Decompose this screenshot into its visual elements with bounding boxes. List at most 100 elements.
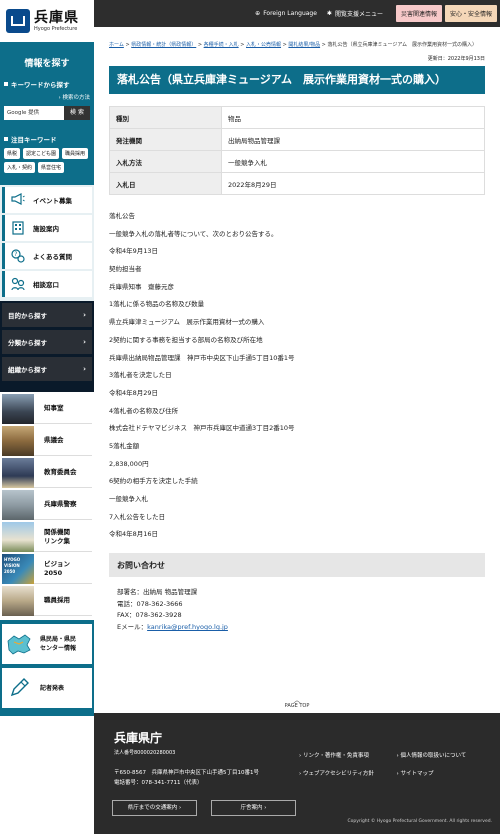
keyword-tag[interactable]: 県営住宅: [38, 162, 65, 173]
row-label: 入札方法: [109, 150, 222, 173]
row-label: 発注機関: [109, 128, 222, 151]
contact-email-link[interactable]: kanrika@pref.hyogo.lg.jp: [147, 623, 228, 631]
menu-facilities[interactable]: 施設案内: [2, 215, 92, 241]
keyword-heading: キーワードから探す: [4, 79, 90, 89]
breadcrumb-link[interactable]: 県政情報・統計（県政情報）: [131, 42, 196, 48]
contact-heading: お問い合わせ: [109, 553, 485, 578]
body-line: 令和4年9月13日: [109, 247, 159, 256]
menu-recruitment[interactable]: 職員採用: [2, 585, 92, 616]
building-guide-button[interactable]: 庁舎案内 ›: [211, 800, 296, 816]
search-button[interactable]: 検 索: [64, 106, 90, 120]
gear-icon: ✱: [326, 10, 332, 17]
footer-link[interactable]: サイトマップ: [400, 771, 433, 777]
police-photo: [2, 489, 34, 520]
menu-bureau-center[interactable]: 県民局・県民 センター情報: [2, 624, 92, 664]
copyright: Copyright © Hyogo Prefectural Government…: [347, 819, 492, 824]
map-icon: [6, 633, 32, 655]
updated-date: 更新日：2022年9月13日: [427, 56, 485, 62]
body-line: 落札公告: [109, 212, 135, 220]
page-title: 落札公告（県立兵庫津ミュージアム 展示作業用資材一式の購入）: [109, 66, 485, 94]
footer-link[interactable]: リンク・著作権・免責事項: [303, 753, 369, 759]
recruitment-photo: [2, 585, 34, 616]
body-line: 兵庫県知事 齋藤元彦: [109, 282, 174, 291]
notable-keyword-heading: 注目キーワード: [4, 134, 90, 144]
keyword-tag[interactable]: 職員採用: [62, 148, 89, 159]
disaster-info-button[interactable]: 災害関連情報: [395, 5, 442, 22]
menu-assembly[interactable]: 県議会: [2, 425, 92, 456]
access-guide-button[interactable]: 県庁までの交通案内 ›: [112, 800, 197, 816]
body-line: 3落札者を決定した日: [109, 371, 172, 380]
row-value: 2022年8月29日: [221, 172, 485, 195]
breadcrumb-link[interactable]: 入札・公売情報: [246, 42, 281, 48]
menu-governor[interactable]: 知事室: [2, 393, 92, 424]
info-table: 種別 物品 発注機関 出納局物品管理課 入札方法 一般競争入札 入札日 2022年8月2…: [109, 106, 485, 195]
page-top-button[interactable]: ︿ PAGE TOP: [94, 697, 500, 713]
body-line: 一般競争入札の落札者等について、次のとおり公告する。: [109, 229, 278, 238]
category-menu: 目的から探す › 分類から探す › 組織から探す ›: [0, 301, 94, 392]
contact-phone: 電話：078-362-3666: [117, 599, 183, 608]
accessibility-menu-link[interactable]: ✱ 閲覧支援メニュー: [327, 9, 383, 18]
menu-police[interactable]: 兵庫県警察: [2, 489, 92, 520]
row-value: 一般競争入札: [221, 150, 485, 173]
related-links-photo: [2, 521, 34, 552]
body-line: 一般競争入札: [109, 495, 148, 503]
assembly-photo: [2, 425, 34, 456]
bottom-side-menu: 県民局・県民 センター情報 記者発表: [0, 620, 94, 716]
menu-faq[interactable]: ? よくある質問: [2, 243, 92, 269]
search-howto-link[interactable]: › 検索の方法: [4, 93, 90, 101]
body-line: 契約担当者: [109, 265, 142, 274]
search-input[interactable]: Google 提供: [4, 106, 64, 120]
menu-events[interactable]: イベント募集: [2, 187, 92, 213]
breadcrumb-current: 落札公告（県立兵庫津ミュージアム 展示作業用資材一式の購入）: [327, 42, 478, 48]
footer-link[interactable]: 個人情報の取扱いについて: [400, 753, 466, 759]
body-line: 令和4年8月29日: [109, 388, 159, 397]
chevron-right-icon: ›: [83, 338, 86, 346]
footer-link[interactable]: ウェブアクセシビリティ方針: [303, 771, 374, 777]
menu-by-organization[interactable]: 組織から探す ›: [2, 357, 92, 381]
question-icon: ?: [11, 249, 25, 263]
menu-related-links[interactable]: 関係機関 リンク集: [2, 521, 92, 552]
search-panel-title: 情報を探す: [24, 59, 70, 69]
site-logo[interactable]: 兵庫県 Hyogo Prefecture: [0, 0, 94, 42]
breadcrumb-link[interactable]: ホーム: [109, 42, 124, 48]
contact-box: お問い合わせ 部署名：出納局 物品管理課 電話：078-362-3666 FAX…: [109, 553, 485, 644]
row-value: 出納局物品管理課: [221, 128, 485, 151]
contact-fax: FAX：078-362-3928: [117, 611, 182, 620]
menu-vision-2050[interactable]: HYOGO VISION 2050 ビジョン 2050: [2, 553, 92, 584]
breadcrumb-link[interactable]: 開札結果/物品: [288, 42, 320, 48]
body-line: 令和4年8月16日: [109, 530, 159, 539]
announcement-body: 落札公告 一般競争入札の落札者等について、次のとおり公告する。 令和4年9月13…: [109, 211, 485, 539]
consultation-icon: [11, 277, 25, 291]
safety-info-button[interactable]: 安心・安全情報: [444, 5, 497, 22]
top-bar: ⊕ Foreign Language ✱ 閲覧支援メニュー 災害関連情報 安心・安全…: [94, 0, 500, 27]
keyword-tag[interactable]: 認定こども園: [23, 148, 60, 159]
sidebar: 兵庫県 Hyogo Prefecture 情報を探す キーワードから探す › 検…: [0, 0, 94, 834]
keyword-tag[interactable]: 県税: [4, 148, 21, 159]
globe-icon: ⊕: [255, 10, 261, 17]
menu-by-category[interactable]: 分類から探す ›: [2, 330, 92, 354]
footer: 兵庫県庁 法人番号8000020280003 〒650-8567 兵庫県神戸市中…: [94, 713, 500, 834]
logo-subtitle: Hyogo Prefecture: [34, 25, 78, 32]
breadcrumb-link[interactable]: 各種手続・入札: [204, 42, 239, 48]
foreign-language-link[interactable]: ⊕ Foreign Language: [255, 10, 317, 17]
menu-education[interactable]: 教育委員会: [2, 457, 92, 488]
vision-2050-image: HYOGO VISION 2050: [2, 553, 34, 584]
menu-by-purpose[interactable]: 目的から探す ›: [2, 303, 92, 327]
body-line: 2,838,000円: [109, 459, 149, 468]
menu-consultation[interactable]: 相談窓口: [2, 271, 92, 297]
body-line: 6契約の相手方を決定した手続: [109, 477, 198, 486]
body-line: 1落札に係る物品の名称及び数量: [109, 300, 205, 309]
body-line: 5落札金額: [109, 441, 140, 450]
footer-org-name: 兵庫県庁: [114, 731, 163, 745]
organization-menu: 知事室 県議会 教育委員会 兵庫県警察 関係機関 リンク集 HYOGO VISI…: [0, 392, 94, 620]
row-label: 入札日: [109, 172, 222, 195]
body-line: 株式会社ドテヤマビジネス 神戸市兵庫区中道通3丁目2番10号: [109, 424, 295, 433]
menu-press-release[interactable]: 記者発表: [2, 668, 92, 708]
hyogo-emblem-icon: [6, 9, 30, 33]
logo-title: 兵庫県: [34, 9, 79, 26]
breadcrumb: ホーム > 県政情報・統計（県政情報） > 各種手続・入札 > 入札・公売情報 …: [109, 42, 478, 48]
quick-menu: イベント募集 施設案内 ? よくある質問 相談窓口: [0, 185, 94, 301]
megaphone-icon: [11, 193, 25, 207]
chevron-right-icon: ›: [83, 311, 86, 319]
keyword-tag[interactable]: 入札・契約: [4, 162, 36, 173]
